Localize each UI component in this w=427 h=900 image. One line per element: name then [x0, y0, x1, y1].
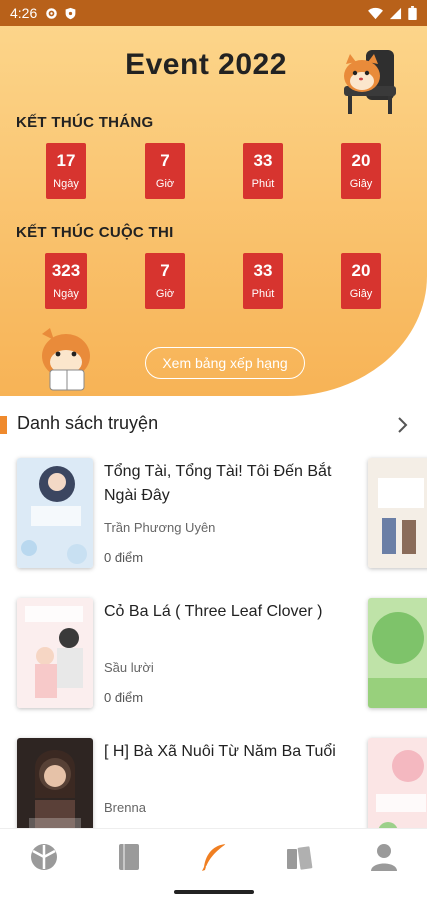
- home-icon[interactable]: [28, 841, 60, 873]
- countdown-days: 17 Ngày: [46, 143, 86, 199]
- story-title[interactable]: Tổng Tài, Tổng Tài! Tôi Đến Bắt Ngài Đây: [104, 460, 344, 508]
- book-icon[interactable]: [113, 841, 145, 873]
- story-list-title: Danh sách truyện: [17, 413, 159, 433]
- hamster-mascot-icon: [344, 50, 396, 114]
- chevron-right-icon[interactable]: [396, 414, 410, 436]
- home-indicator[interactable]: [174, 890, 254, 894]
- countdown-hours: 7 Giờ: [145, 253, 185, 309]
- story-list-header[interactable]: Danh sách truyện: [0, 408, 427, 444]
- story-title[interactable]: Cỏ Ba Lá ( Three Leaf Clover ): [104, 600, 344, 624]
- shield-icon: [65, 7, 76, 19]
- countdown-minutes: 33 Phút: [243, 143, 283, 199]
- wifi-icon: [368, 7, 383, 19]
- view-ranking-button[interactable]: Xem bảng xếp hạng: [145, 347, 305, 379]
- contest-end-label: KẾT THÚC CUỘC THI: [16, 224, 174, 241]
- countdown-hours: 7 Giờ: [145, 143, 185, 199]
- gesture-bar: [0, 886, 427, 900]
- signal-icon: [389, 7, 402, 19]
- story-score: 0 điểm: [104, 690, 144, 705]
- status-time: 4:26: [10, 5, 38, 21]
- event-banner: Event 2022 KẾT THÚC THÁNG 17 Ngày 7 Giờ 33…: [0, 26, 427, 396]
- contest-countdown: 323 Ngày 7 Giờ 33 Phút 20 Giây: [0, 253, 427, 309]
- battery-icon: [408, 6, 417, 20]
- status-bar: 4:26: [0, 0, 427, 26]
- gear-icon: [46, 7, 58, 19]
- list-item[interactable]: Cỏ Ba Lá ( Three Leaf Clover ) Sầu lười …: [0, 598, 427, 716]
- story-author: Trần Phương Uyên: [104, 520, 216, 535]
- bottom-navigation: [0, 828, 427, 886]
- quill-icon[interactable]: [198, 841, 230, 873]
- profile-icon[interactable]: [368, 841, 400, 873]
- hamster-reading-icon: [42, 328, 90, 391]
- month-countdown: 17 Ngày 7 Giờ 33 Phút 20 Giây: [0, 143, 427, 199]
- book-cover-image[interactable]: [17, 598, 93, 708]
- list-item[interactable]: Tổng Tài, Tổng Tài! Tôi Đến Bắt Ngài Đây…: [0, 458, 427, 576]
- countdown-minutes: 33 Phút: [243, 253, 283, 309]
- side-book-cover-image[interactable]: [368, 458, 427, 568]
- library-icon[interactable]: [283, 841, 315, 873]
- month-end-label: KẾT THÚC THÁNG: [16, 114, 154, 131]
- section-accent-bar: [0, 416, 7, 434]
- story-title[interactable]: [ H] Bà Xã Nuôi Từ Năm Ba Tuổi: [104, 740, 344, 764]
- book-cover-image[interactable]: [17, 458, 93, 568]
- story-author: Sầu lười: [104, 660, 154, 675]
- story-score: 0 điểm: [104, 550, 144, 565]
- countdown-days: 323 Ngày: [45, 253, 87, 309]
- countdown-seconds: 20 Giây: [341, 143, 381, 199]
- side-book-cover-image[interactable]: [368, 598, 427, 708]
- story-author: Brenna: [104, 800, 146, 815]
- countdown-seconds: 20 Giây: [341, 253, 381, 309]
